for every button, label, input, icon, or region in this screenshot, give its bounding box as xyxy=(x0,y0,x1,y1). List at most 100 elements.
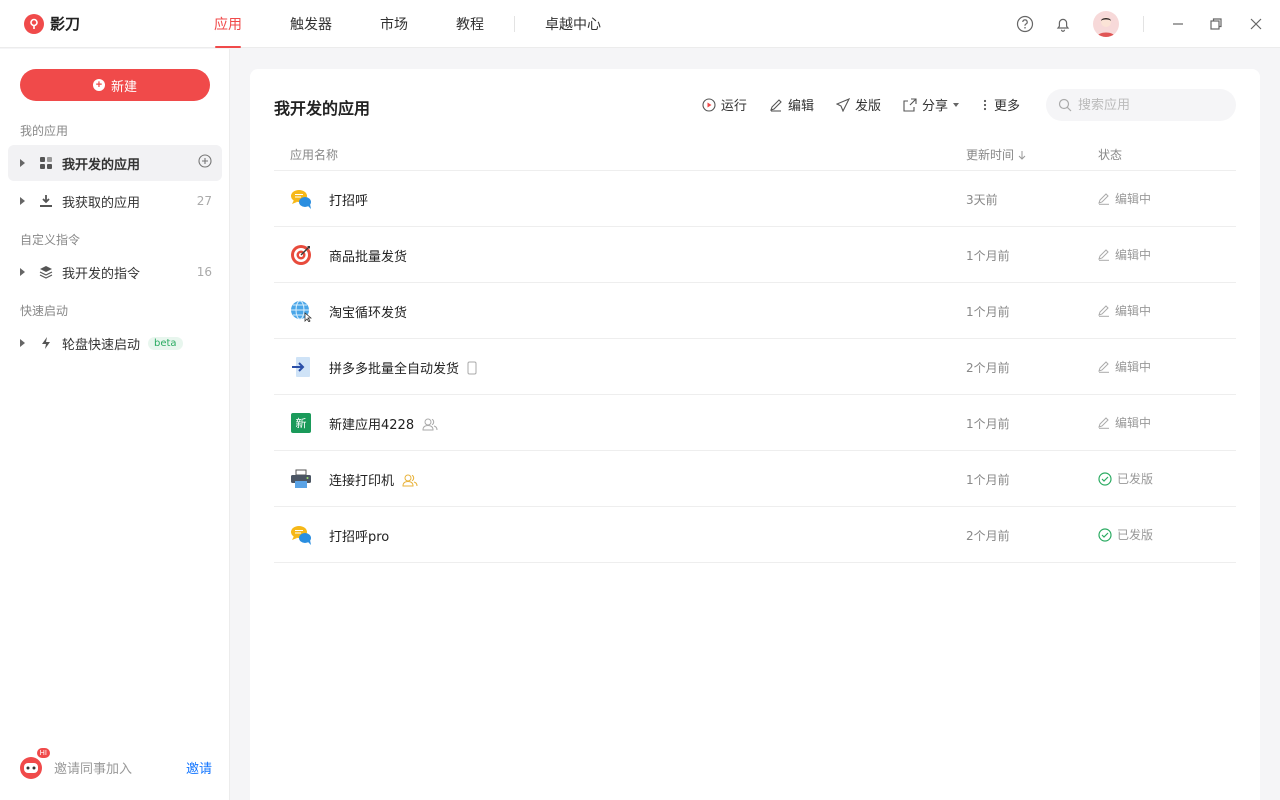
invite-link[interactable]: 邀请 xyxy=(186,758,212,777)
sort-arrow-icon xyxy=(1018,150,1026,160)
status-badge: 已发版 xyxy=(1098,526,1153,543)
column-name[interactable]: 应用名称 xyxy=(290,146,338,163)
app-name-text: 淘宝循环发货 xyxy=(329,306,408,321)
updated-time: 1个月前 xyxy=(966,473,1010,487)
run-label: 运行 xyxy=(720,99,747,114)
app-name-text: 新建应用4228 xyxy=(329,418,415,433)
app-list: 打招呼 3天前 编辑中 商品批量发货 1个月前 编辑中 淘宝循环发货 1个月前 … xyxy=(274,171,1236,563)
download-icon xyxy=(36,191,56,211)
app-name-text: 连接打印机 xyxy=(329,474,395,489)
app-name: 连接打印机 xyxy=(329,470,418,489)
nav-divider xyxy=(514,16,515,32)
status-badge: 编辑中 xyxy=(1098,358,1151,375)
more-label: 更多 xyxy=(993,99,1020,114)
expand-caret-icon[interactable] xyxy=(12,268,32,276)
updated-time: 1个月前 xyxy=(966,249,1010,263)
updated-time: 2个月前 xyxy=(966,361,1010,375)
app-name: 商品批量发货 xyxy=(329,246,407,265)
run-button[interactable]: 运行 xyxy=(702,95,747,114)
tab-excellence-center[interactable]: 卓越中心 xyxy=(531,0,615,48)
status-text: 已发版 xyxy=(1117,528,1154,542)
column-updated-time[interactable]: 更新时间 xyxy=(966,146,1026,163)
more-button[interactable]: 更多 xyxy=(981,95,1020,114)
mobile-icon xyxy=(467,361,477,374)
app-name-text: 打招呼pro xyxy=(329,530,390,545)
bell-icon[interactable] xyxy=(1053,14,1073,34)
user-group-icon xyxy=(402,474,418,486)
search-icon xyxy=(1058,98,1072,112)
status-badge: 编辑中 xyxy=(1098,414,1151,431)
app-name-text: 拼多多批量全自动发货 xyxy=(329,362,460,377)
edit-label: 编辑 xyxy=(787,99,814,114)
new-button[interactable]: + 新建 xyxy=(20,69,210,101)
play-icon xyxy=(702,97,716,112)
updated-time: 3天前 xyxy=(966,193,998,207)
target-icon xyxy=(290,244,312,266)
check-circle-icon xyxy=(1098,471,1112,486)
page-title: 我开发的应用 xyxy=(274,99,371,118)
expand-caret-icon[interactable] xyxy=(12,159,32,167)
tab-triggers[interactable]: 触发器 xyxy=(276,0,346,48)
sidebar-item-my-developed-apps[interactable]: 我开发的应用 xyxy=(8,145,222,181)
app-name: 打招呼pro xyxy=(329,526,389,545)
search-input[interactable] xyxy=(1078,97,1218,113)
restore-icon[interactable] xyxy=(1206,14,1226,34)
edit-button[interactable]: 编辑 xyxy=(769,95,814,114)
sidebar-item-wheel-quick-launch[interactable]: 轮盘快速启动 beta xyxy=(8,325,222,361)
avatar[interactable] xyxy=(1093,11,1119,37)
table-row[interactable]: 打招呼pro 2个月前 已发版 xyxy=(274,507,1236,563)
sidebar-item-label: 我获取的应用 xyxy=(62,195,141,211)
updated-time: 2个月前 xyxy=(966,529,1010,543)
section-title-my-apps: 我的应用 xyxy=(20,124,69,138)
add-icon[interactable] xyxy=(198,154,212,172)
table-row[interactable]: 连接打印机 1个月前 已发版 xyxy=(274,451,1236,507)
share-icon xyxy=(903,97,917,112)
tab-tutorials[interactable]: 教程 xyxy=(442,0,498,48)
minimize-icon[interactable] xyxy=(1168,14,1188,34)
sidebar-item-my-commands[interactable]: 我开发的指令 16 xyxy=(8,254,222,290)
table-header: 应用名称 更新时间 状态 xyxy=(274,135,1236,171)
sidebar-item-label: 我开发的应用 xyxy=(62,157,141,173)
status-text: 编辑中 xyxy=(1115,304,1152,318)
table-row[interactable]: 淘宝循环发货 1个月前 编辑中 xyxy=(274,283,1236,339)
layers-icon xyxy=(36,262,56,282)
share-button[interactable]: 分享 xyxy=(903,95,959,114)
app-name: 拼多多批量全自动发货 xyxy=(329,358,477,377)
plus-icon: + xyxy=(92,79,105,91)
app-name: 淘宝循环发货 xyxy=(329,302,407,321)
invite-text: 邀请同事加入 xyxy=(54,761,133,777)
new-app-icon-text: 新 xyxy=(291,413,311,433)
more-vertical-icon xyxy=(983,99,987,110)
help-icon[interactable] xyxy=(1015,14,1035,34)
status-text: 已发版 xyxy=(1117,472,1154,486)
grid-icon xyxy=(36,153,56,173)
status-text: 编辑中 xyxy=(1115,360,1152,374)
table-row[interactable]: 商品批量发货 1个月前 编辑中 xyxy=(274,227,1236,283)
updated-time: 1个月前 xyxy=(966,305,1010,319)
pencil-icon xyxy=(1098,192,1109,205)
sidebar-item-acquired-apps[interactable]: 我获取的应用 27 xyxy=(8,183,222,219)
table-row[interactable]: 拼多多批量全自动发货 2个月前 编辑中 xyxy=(274,339,1236,395)
table-row[interactable]: 打招呼 3天前 编辑中 xyxy=(274,171,1236,227)
expand-caret-icon[interactable] xyxy=(12,197,32,205)
search-box[interactable] xyxy=(1046,89,1236,121)
column-status[interactable]: 状态 xyxy=(1098,146,1122,163)
expand-caret-icon[interactable] xyxy=(12,339,32,347)
share-label: 分享 xyxy=(921,99,948,114)
close-icon[interactable] xyxy=(1246,14,1266,34)
app-name-text: 打招呼 xyxy=(329,194,369,209)
tab-market[interactable]: 市场 xyxy=(366,0,422,48)
table-row[interactable]: 新 新建应用4228 1个月前 编辑中 xyxy=(274,395,1236,451)
pencil-icon xyxy=(1098,360,1109,373)
window-actions xyxy=(1015,0,1280,48)
publish-button[interactable]: 发版 xyxy=(835,95,881,114)
new-button-label: 新建 xyxy=(110,78,137,94)
item-count: 16 xyxy=(196,265,212,279)
section-title-custom-commands: 自定义指令 xyxy=(20,233,81,247)
publish-label: 发版 xyxy=(854,99,881,114)
pencil-icon xyxy=(1098,416,1109,429)
status-text: 编辑中 xyxy=(1115,416,1152,430)
arrow-in-icon xyxy=(290,356,312,378)
lightning-icon xyxy=(36,333,56,353)
tab-apps[interactable]: 应用 xyxy=(200,0,256,48)
